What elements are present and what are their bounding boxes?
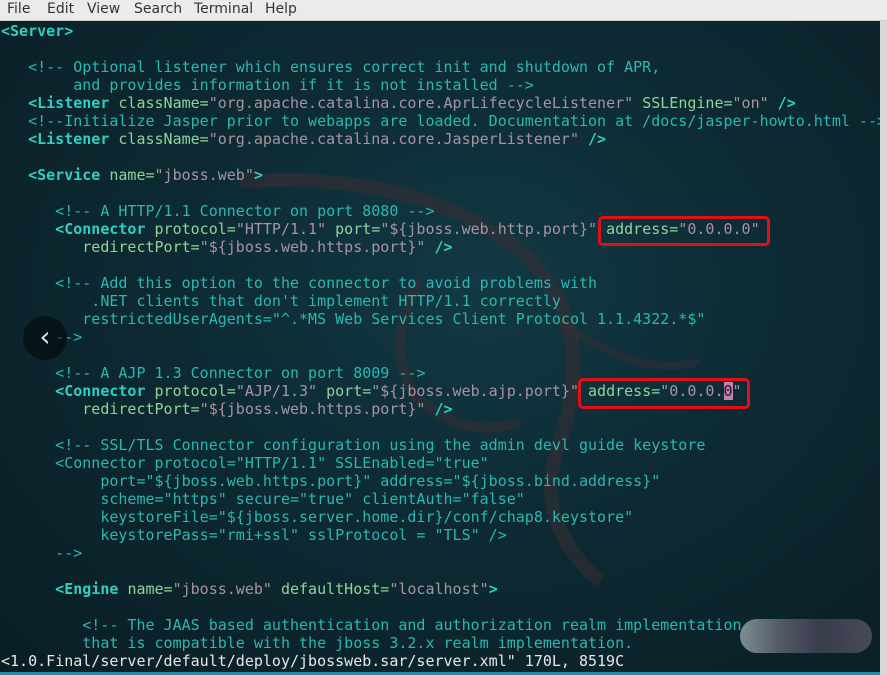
code-token: restrictedUserAgents="^.*MS Web Services… bbox=[1, 310, 706, 328]
code-token: "jboss.web" bbox=[154, 166, 254, 184]
code-token: port= bbox=[335, 220, 381, 238]
highlight-box-http-address bbox=[598, 216, 770, 246]
code-line: and provides information if it is not in… bbox=[1, 76, 880, 94]
code-token: defaultHost= bbox=[280, 580, 390, 598]
redacted-blur bbox=[740, 619, 872, 653]
menu-help[interactable]: Help bbox=[265, 0, 297, 19]
code-token: SSLEngine= bbox=[642, 94, 733, 112]
code-line: <Listener className="org.apache.catalina… bbox=[1, 130, 880, 148]
code-token: redirectPort= bbox=[1, 400, 200, 418]
code-line: keystoreFile="${jboss.server.home.dir}/c… bbox=[1, 508, 880, 526]
code-editor[interactable]: <Server> <!-- Optional listener which en… bbox=[1, 22, 880, 652]
code-token: <!-- A AJP 1.3 Connector on port 8009 --… bbox=[1, 364, 426, 382]
code-token: name= bbox=[109, 166, 155, 184]
code-line: <Engine name="jboss.web" defaultHost="lo… bbox=[1, 580, 880, 598]
code-line: restrictedUserAgents="^.*MS Web Services… bbox=[1, 310, 880, 328]
code-token: protocol= bbox=[154, 220, 236, 238]
code-line: <!--Initialize Jasper prior to webapps a… bbox=[1, 112, 880, 130]
code-line: <Server> bbox=[1, 22, 880, 40]
code-token: and provides information if it is not in… bbox=[1, 76, 534, 94]
code-token: port= bbox=[326, 382, 372, 400]
code-token: "org.apache.catalina.core.AprLifecycleLi… bbox=[208, 94, 643, 112]
code-token: keystoreFile="${jboss.server.home.dir}/c… bbox=[1, 508, 634, 526]
code-line: --> bbox=[1, 544, 880, 562]
code-token: protocol= bbox=[154, 382, 236, 400]
code-token: > bbox=[488, 580, 498, 598]
code-token: <Service bbox=[1, 166, 110, 184]
code-token: className= bbox=[118, 94, 209, 112]
code-token: <Engine bbox=[1, 580, 128, 598]
code-token: "${jboss.web.ajp.port}" bbox=[371, 382, 589, 400]
code-token: name= bbox=[127, 580, 173, 598]
code-token: "${jboss.web.https.port}" bbox=[199, 238, 435, 256]
code-line: <!-- SSL/TLS Connector configuration usi… bbox=[1, 436, 880, 454]
code-token: <Connector protocol="HTTP/1.1" SSLEnable… bbox=[1, 454, 489, 472]
menu-view[interactable]: View bbox=[87, 0, 120, 19]
code-token: /> bbox=[777, 94, 796, 112]
code-token: "localhost" bbox=[389, 580, 489, 598]
code-token: /> bbox=[434, 238, 453, 256]
terminal-area[interactable]: <Server> <!-- Optional listener which en… bbox=[0, 21, 880, 675]
code-token: "AJP/1.3" bbox=[235, 382, 327, 400]
menu-bar: File Edit View Search Terminal Help bbox=[0, 0, 887, 21]
menu-search[interactable]: Search bbox=[134, 0, 182, 19]
code-token: that is compatible with the jboss 3.2.x … bbox=[1, 634, 634, 652]
code-token: /> bbox=[588, 130, 607, 148]
code-token: <Listener bbox=[1, 130, 119, 148]
code-line: <Service name="jboss.web"> bbox=[1, 166, 880, 184]
menu-terminal[interactable]: Terminal bbox=[194, 0, 253, 19]
code-line: .NET clients that don't implement HTTP/1… bbox=[1, 292, 880, 310]
code-token: keystorePass="rmi+ssl" sslProtocol = "TL… bbox=[1, 526, 507, 544]
code-line: <Connector protocol="HTTP/1.1" SSLEnable… bbox=[1, 454, 880, 472]
scrollbar[interactable] bbox=[880, 21, 887, 675]
code-token: "org.apache.catalina.core.JasperListener… bbox=[208, 130, 589, 148]
code-token: .NET clients that don't implement HTTP/1… bbox=[1, 292, 561, 310]
status-line: <1.0.Final/server/default/deploy/jbosswe… bbox=[1, 652, 625, 670]
code-token: redirectPort= bbox=[1, 238, 200, 256]
code-token: "${jboss.web.http.port}" bbox=[380, 220, 607, 238]
code-token: <!-- The JAAS based authentication and a… bbox=[1, 616, 742, 634]
code-token: > bbox=[253, 166, 263, 184]
menu-edit[interactable]: Edit bbox=[47, 0, 74, 19]
code-token: /> bbox=[434, 400, 453, 418]
code-token: --> bbox=[1, 544, 83, 562]
code-line: <!-- Optional listener which ensures cor… bbox=[1, 58, 880, 76]
chevron-left-icon[interactable]: ‹ bbox=[23, 316, 67, 360]
code-token: <!-- Add this option to the connector to… bbox=[1, 274, 598, 292]
code-token: <Connector bbox=[1, 220, 155, 238]
code-token: "${jboss.web.https.port}" bbox=[199, 400, 435, 418]
code-line: <!-- Add this option to the connector to… bbox=[1, 274, 880, 292]
code-token: port="${jboss.web.https.port}" address="… bbox=[1, 472, 661, 490]
code-line: scheme="https" secure="true" clientAuth=… bbox=[1, 490, 880, 508]
code-line: --> bbox=[1, 328, 880, 346]
code-token: <!-- A HTTP/1.1 Connector on port 8080 -… bbox=[1, 202, 435, 220]
code-token: "HTTP/1.1" bbox=[235, 220, 336, 238]
code-token: "on" bbox=[732, 94, 778, 112]
code-token: <Listener bbox=[1, 94, 119, 112]
code-line: port="${jboss.web.https.port}" address="… bbox=[1, 472, 880, 490]
code-token: <Connector bbox=[1, 382, 155, 400]
code-token: "jboss.web" bbox=[172, 580, 281, 598]
code-token: <!-- Optional listener which ensures cor… bbox=[1, 58, 661, 76]
code-line: keystorePass="rmi+ssl" sslProtocol = "TL… bbox=[1, 526, 880, 544]
menu-file[interactable]: File bbox=[7, 0, 30, 19]
code-token: <!--Initialize Jasper prior to webapps a… bbox=[1, 112, 880, 130]
code-token: <!-- SSL/TLS Connector configuration usi… bbox=[1, 436, 706, 454]
code-token: scheme="https" secure="true" clientAuth=… bbox=[1, 490, 525, 508]
code-token: className= bbox=[118, 130, 209, 148]
code-token: <Server> bbox=[1, 22, 74, 40]
code-line: <Listener className="org.apache.catalina… bbox=[1, 94, 880, 112]
highlight-box-ajp-address bbox=[578, 378, 750, 409]
